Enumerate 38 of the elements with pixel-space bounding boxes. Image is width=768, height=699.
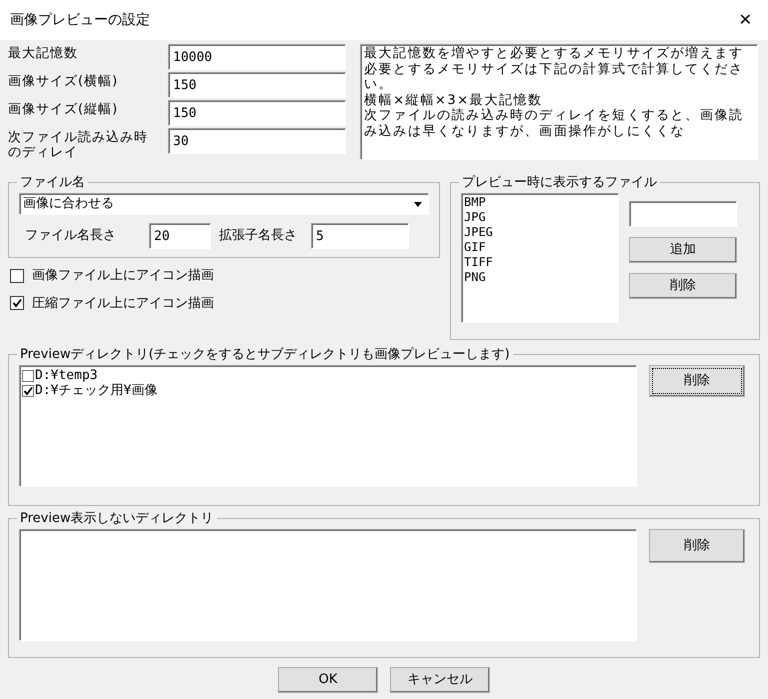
list-item[interactable]: GIF [464,240,616,255]
input-field[interactable]: 10000 [168,44,346,70]
list-item[interactable]: JPG [464,210,616,225]
field-label: 次ファイル読み込み時のディレイ [8,129,149,160]
extension-input[interactable] [629,201,737,227]
description-text: 最大記憶数を増やすと必要とするメモリサイズが増えます 必要とするメモリサイズは下記の計算式で計算してください。 横幅×縦幅×3×最大記憶数 次ファイルの読み込み時のディレイを短くすると、画像読み込みは早くなりますが、画面操作がしにくくな [360,44,758,160]
input-field[interactable]: 150 [168,100,346,126]
field-label: 拡張子名長さ [219,227,298,246]
checkbox[interactable]: 画像ファイル上にアイコン描画 [10,266,440,286]
input-field[interactable]: 20 [149,223,211,249]
close-button[interactable]: ✕ [732,8,758,32]
checkbox[interactable]: 圧縮ファイル上にアイコン描画 [10,294,440,313]
directory-list[interactable] [19,529,637,641]
directory-item[interactable]: D:¥temp3 [22,368,634,383]
field-label: 最大記憶数 [8,45,79,63]
file-type-list[interactable]: BMP JPG JPEG GIF TIFF PNG [461,193,619,323]
field-label: ファイル名長さ [24,227,117,246]
checkmark-icon [23,386,33,396]
action-button[interactable]: 追加 [629,237,737,263]
directory-item[interactable]: D:¥チェック用¥画像 [22,383,634,398]
input-field[interactable]: 5 [311,223,409,249]
list-item[interactable]: TIFF [464,255,616,270]
delete-button[interactable]: 削除 [649,529,745,563]
checkmark-icon [12,298,22,308]
input-field[interactable]: 30 [168,128,346,154]
input-field[interactable]: 150 [168,72,346,98]
directory-list[interactable]: D:¥temp3 D:¥チェック用¥画像 [19,365,637,487]
window-title: 画像プレビューの設定 [10,10,150,30]
delete-button[interactable]: 削除 [649,365,745,397]
list-item[interactable]: JPEG [464,225,616,240]
field-label: 画像サイズ(横幅) [8,73,120,91]
dialog-button[interactable]: OK [278,667,378,693]
filename-dropdown[interactable]: 画像に合わせる [19,193,429,215]
dialog-button[interactable]: キャンセル [390,667,490,693]
action-button[interactable]: 削除 [629,273,737,299]
list-item[interactable]: PNG [464,270,616,285]
list-item[interactable]: BMP [464,195,616,210]
field-label: 画像サイズ(縦幅) [8,101,120,119]
